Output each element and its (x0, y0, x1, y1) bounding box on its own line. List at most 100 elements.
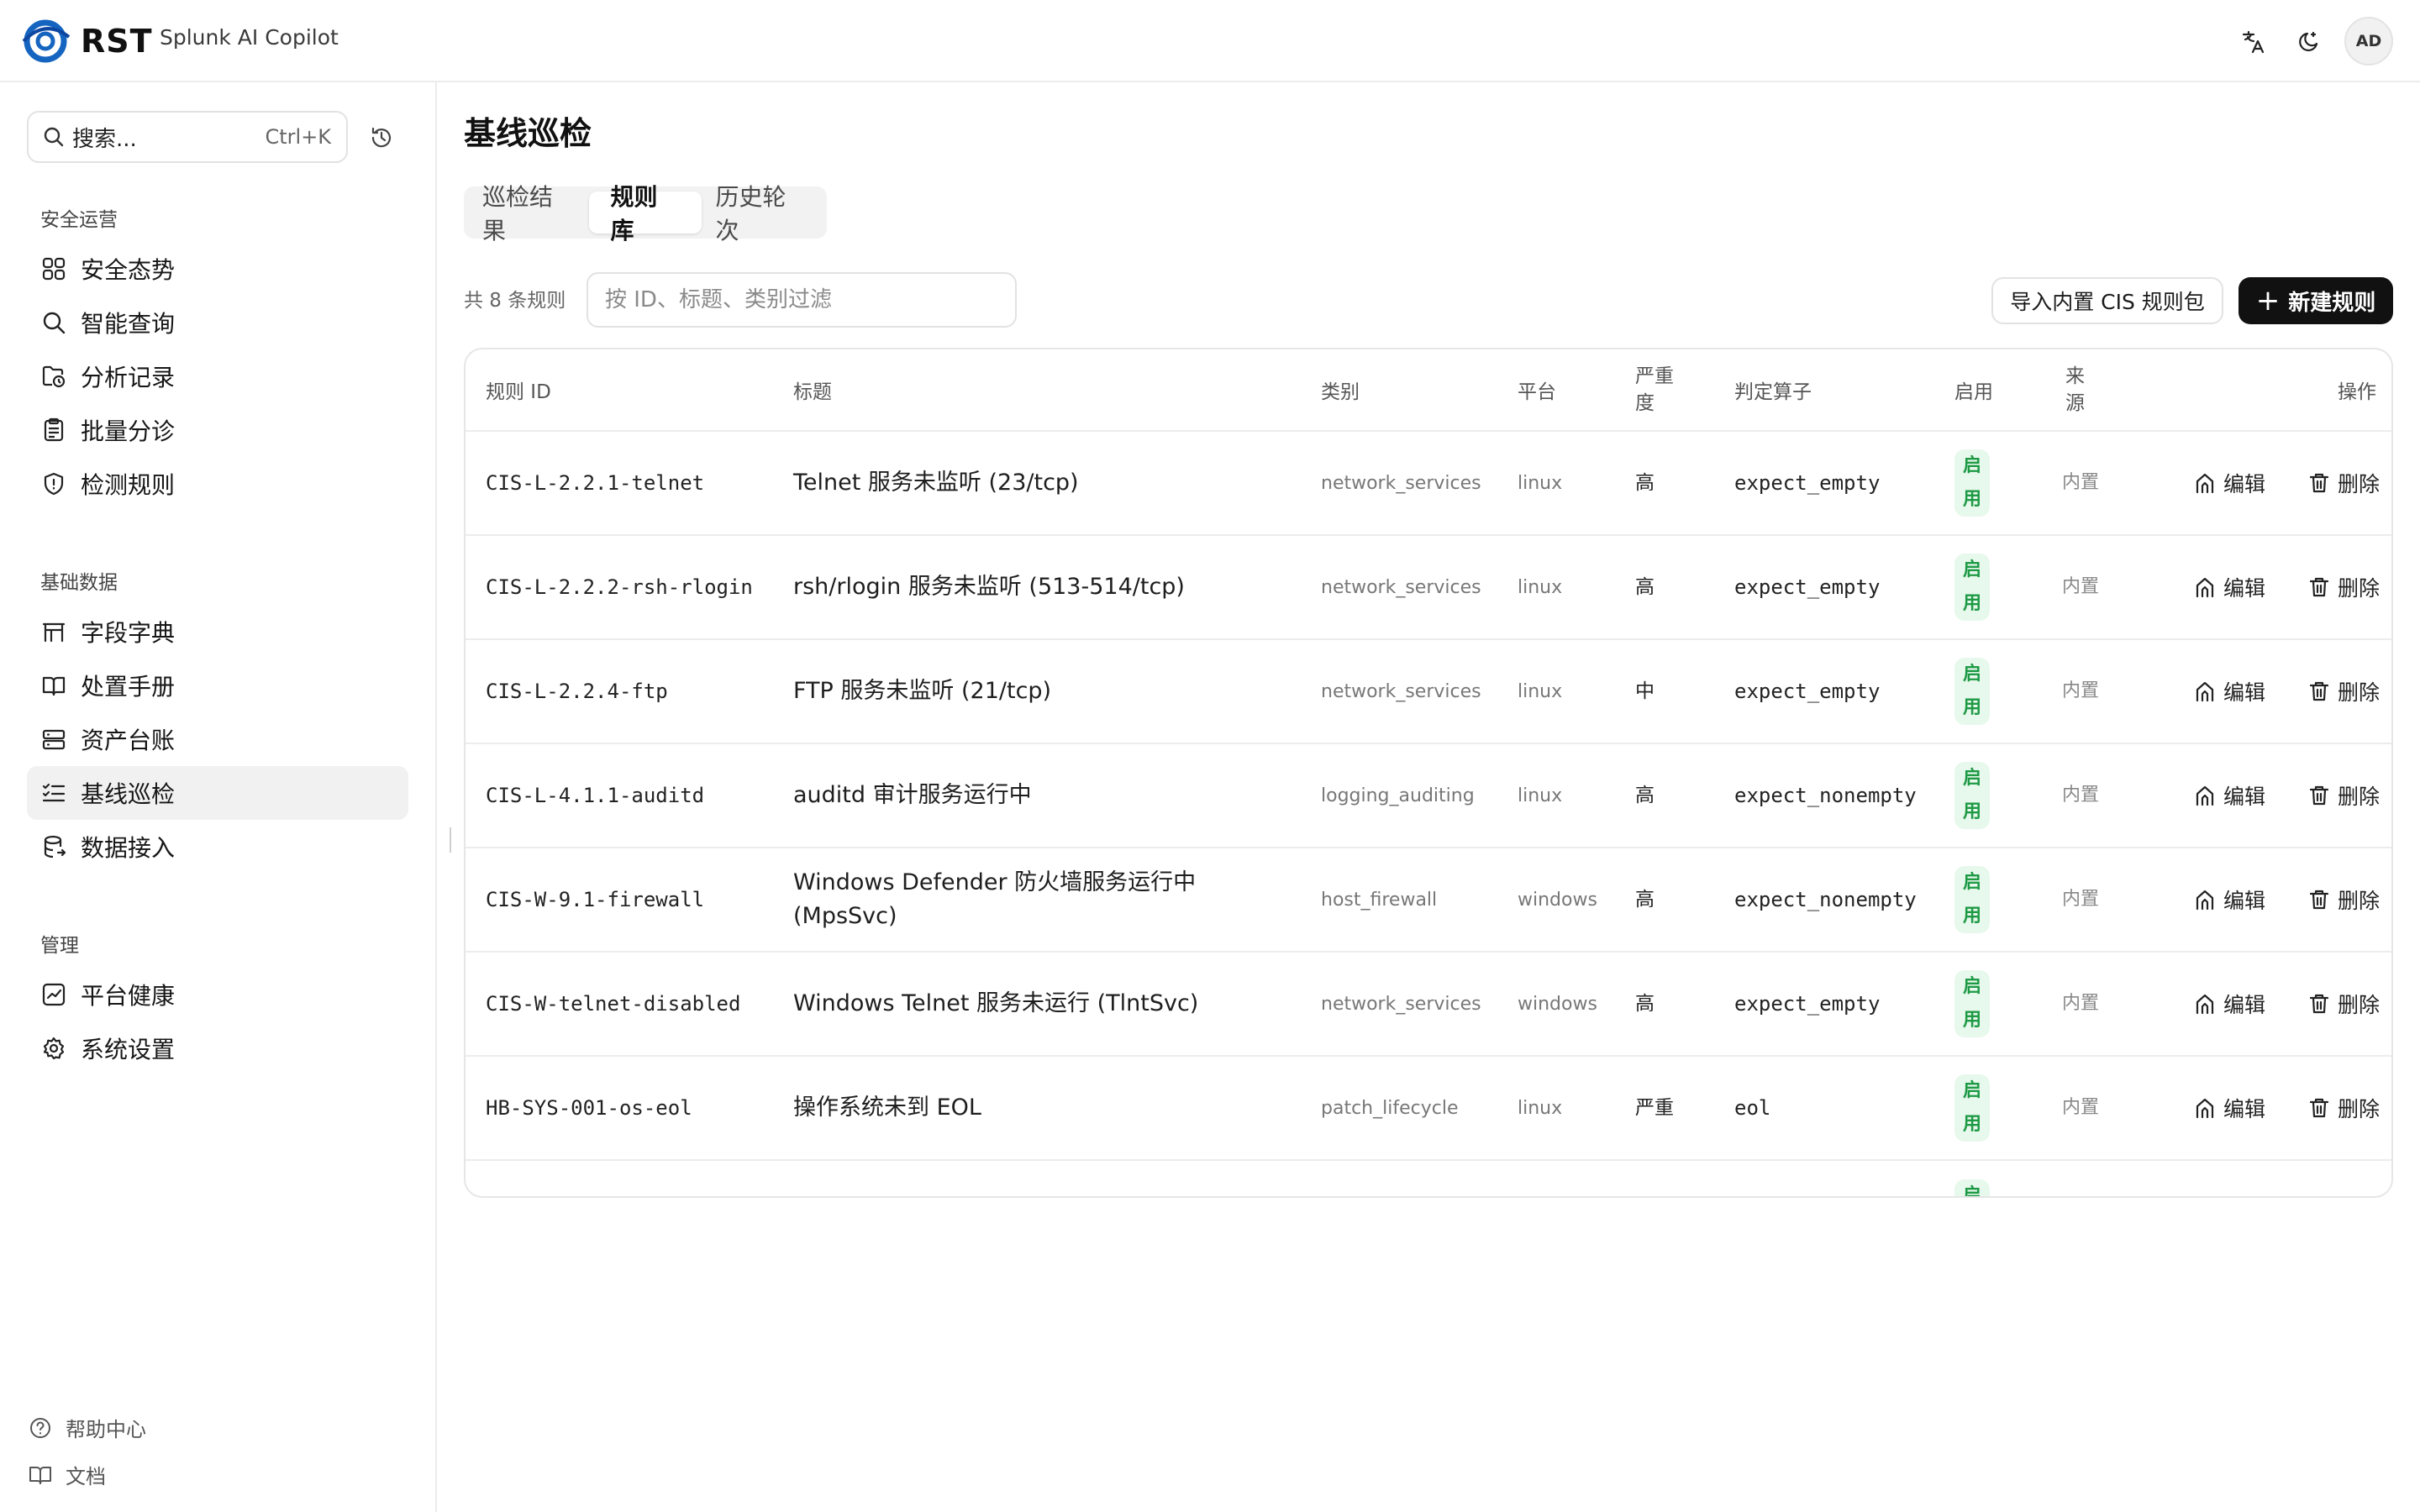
enabled-badge[interactable]: 启用 (1954, 1179, 1990, 1196)
header-enabled: 启用 (1954, 381, 1993, 403)
history-icon[interactable] (365, 121, 398, 155)
brand-logo[interactable]: RST (22, 18, 153, 64)
edit-icon (2193, 784, 2217, 807)
sidebar-item-analysis-records[interactable]: 分析记录 (27, 349, 408, 403)
rule-category: network_services (1321, 576, 1481, 598)
rule-source: 内置 (2062, 472, 2100, 493)
sidebar-item-data-ingestion[interactable]: 数据接入 (27, 820, 408, 874)
delete-button[interactable]: 删除 (2307, 676, 2380, 706)
enabled-badge[interactable]: 启用 (1954, 1074, 1990, 1142)
sidebar: 搜索... Ctrl+K 安全运营 安全态势 智能查询 分析记录 批量分诊 检测… (0, 82, 437, 1512)
delete-label: 删除 (2337, 889, 2380, 913)
user-avatar[interactable]: AD (2344, 17, 2393, 66)
edit-icon (2193, 888, 2217, 911)
delete-button[interactable]: 删除 (2307, 1093, 2380, 1123)
new-rule-button[interactable]: + 新建规则 (2238, 277, 2393, 324)
edit-button[interactable]: 编辑 (2193, 676, 2265, 706)
trash-icon (2307, 680, 2331, 703)
docs-link[interactable]: 文档 (27, 1460, 106, 1489)
edit-button[interactable]: 编辑 (2193, 989, 2265, 1019)
delete-label: 删除 (2337, 1097, 2380, 1121)
edit-button[interactable]: 编辑 (2193, 572, 2265, 602)
sidebar-item-playbook[interactable]: 处置手册 (27, 659, 408, 712)
delete-button[interactable]: 删除 (2307, 468, 2380, 498)
enabled-badge[interactable]: 启用 (1954, 866, 1990, 933)
import-cis-button[interactable]: 导入内置 CIS 规则包 (1991, 277, 2223, 324)
delete-button[interactable]: 删除 (2307, 885, 2380, 915)
list-checks-icon (39, 778, 69, 808)
edit-icon (2193, 992, 2217, 1016)
grid-icon (39, 254, 69, 284)
enabled-badge[interactable]: 启用 (1954, 449, 1990, 517)
rule-id: CIS-L-2.2.1-telnet (486, 470, 705, 495)
rule-title: Telnet 服务未监听 (23/tcp) (793, 470, 1079, 496)
table-row: HB-SYS-001-os-eol 操作系统未到 EOL patch_lifec… (466, 1057, 2391, 1161)
rule-platform: linux (1518, 1161, 1618, 1196)
help-center-link[interactable]: 帮助中心 (27, 1413, 146, 1442)
chart-line-icon (39, 979, 69, 1010)
rule-filter-input[interactable] (587, 272, 1017, 328)
delete-label: 删除 (2337, 576, 2380, 601)
table-row: CIS-W-9.1-firewall Windows Defender 防火墙服… (466, 848, 2391, 953)
header-source: 来源 (2065, 365, 2085, 414)
rule-platform: windows (1518, 993, 1597, 1015)
rule-platform: linux (1518, 785, 1563, 806)
header-operator: 判定算子 (1734, 381, 1812, 403)
rule-count: 共 8 条规则 (464, 290, 566, 312)
sidebar-item-system-settings[interactable]: 系统设置 (27, 1021, 408, 1075)
tab-inspection-results[interactable]: 巡检结果 (469, 183, 589, 244)
table-row: walk.sshd.reporting 走查：主机 90 天内有 sshd 日志… (466, 1161, 2391, 1196)
sidebar-item-field-dictionary[interactable]: 字段字典 (27, 605, 408, 659)
delete-label: 删除 (2337, 472, 2380, 496)
sidebar-resize-handle[interactable] (450, 827, 455, 853)
tab-rule-library[interactable]: 规则库 (588, 183, 702, 244)
rule-platform: linux (1518, 1097, 1563, 1119)
enabled-badge[interactable]: 启用 (1954, 658, 1990, 725)
rule-title: Windows Telnet 服务未运行 (TlntSvc) (793, 990, 1199, 1016)
sidebar-item-asset-ledger[interactable]: 资产台账 (27, 712, 408, 766)
delete-label: 删除 (2337, 785, 2380, 809)
delete-label: 删除 (2337, 993, 2380, 1017)
sidebar-item-platform-health[interactable]: 平台健康 (27, 968, 408, 1021)
sidebar-search[interactable]: 搜索... Ctrl+K (27, 111, 348, 163)
sidebar-item-security-posture[interactable]: 安全态势 (27, 242, 408, 296)
table-row: CIS-L-2.2.2-rsh-rlogin rsh/rlogin 服务未监听 … (466, 536, 2391, 640)
delete-button[interactable]: 删除 (2307, 572, 2380, 602)
folder-clock-icon (39, 361, 69, 391)
edit-button[interactable]: 编辑 (2193, 780, 2265, 811)
rule-id: CIS-W-telnet-disabled (486, 991, 741, 1016)
table-row: CIS-L-4.1.1-auditd auditd 审计服务运行中 loggin… (466, 744, 2391, 848)
delete-button[interactable]: 删除 (2307, 989, 2380, 1019)
enabled-badge[interactable]: 启用 (1954, 762, 1990, 829)
enabled-badge[interactable]: 启用 (1954, 970, 1990, 1037)
rule-category: logging (1321, 1161, 1506, 1196)
sidebar-item-label: 资产台账 (81, 727, 176, 754)
sidebar-item-baseline-inspection[interactable]: 基线巡检 (27, 766, 408, 820)
rule-source: 内置 (2062, 1161, 2104, 1196)
sidebar-item-label: 检测规则 (81, 471, 176, 499)
rule-operator: expect_empty (1734, 992, 1881, 1016)
sidebar-item-label: 批量分诊 (81, 417, 176, 445)
rule-severity: 高 (1635, 993, 1655, 1015)
delete-button[interactable]: 删除 (2307, 780, 2380, 811)
rule-id: walk.sshd.reporting (486, 1161, 771, 1196)
rule-operator: expect_empty (1734, 575, 1881, 599)
rule-category: logging_auditing (1321, 785, 1475, 806)
enabled-badge[interactable]: 启用 (1954, 554, 1990, 621)
shield-alert-icon (39, 469, 69, 499)
edit-button[interactable]: 编辑 (2193, 468, 2265, 498)
edit-button[interactable]: 编辑 (2193, 885, 2265, 915)
sidebar-item-detection-rules[interactable]: 检测规则 (27, 457, 408, 511)
trash-icon (2307, 784, 2331, 807)
rule-source: 内置 (2062, 1097, 2100, 1118)
sidebar-item-label: 平台健康 (81, 982, 176, 1010)
sidebar-item-batch-triage[interactable]: 批量分诊 (27, 403, 408, 457)
sidebar-item-smart-query[interactable]: 智能查询 (27, 296, 408, 349)
theme-toggle-icon[interactable] (2291, 24, 2328, 60)
edit-icon (2193, 575, 2217, 599)
help-center-label: 帮助中心 (66, 1418, 146, 1441)
language-icon[interactable] (2235, 24, 2272, 60)
rule-title: FTP 服务未监听 (21/tcp) (793, 678, 1052, 704)
edit-button[interactable]: 编辑 (2193, 1093, 2265, 1123)
tab-history-rounds[interactable]: 历史轮次 (702, 183, 822, 244)
